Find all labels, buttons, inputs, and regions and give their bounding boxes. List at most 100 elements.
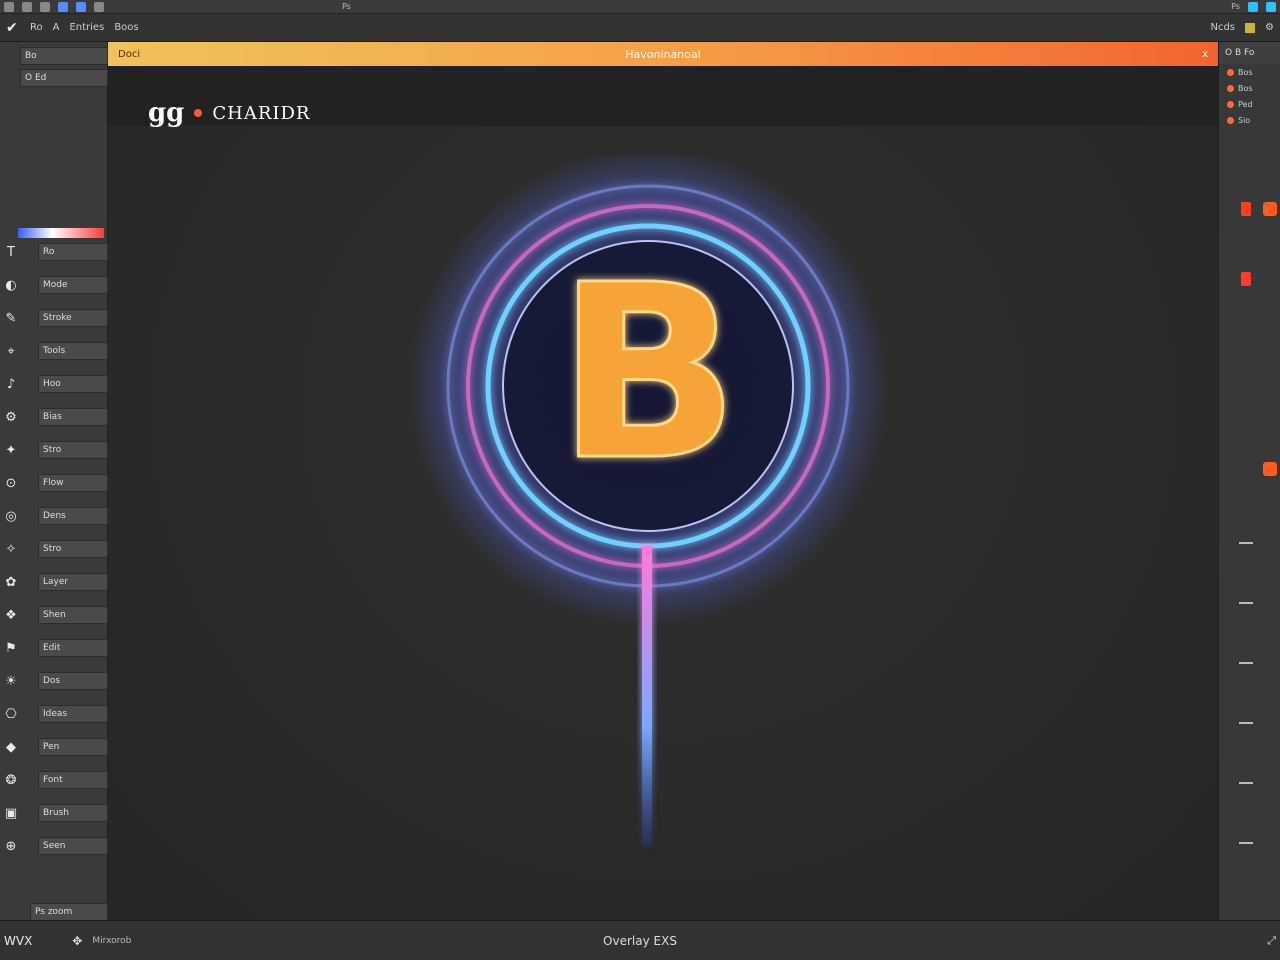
divider-line	[1239, 722, 1253, 724]
tool-row[interactable]: ❖ Shen	[0, 605, 108, 625]
right-panel-item[interactable]: Ped	[1219, 96, 1280, 112]
tool-label: Ro	[38, 243, 108, 261]
tool-icon[interactable]: ⊙	[0, 474, 22, 492]
checkmark-icon[interactable]: ✔	[6, 21, 20, 35]
divider-line	[1239, 542, 1253, 544]
orange-badge-icon[interactable]	[1263, 462, 1277, 476]
document-area: Doci Havoninanoal x gg CHARIDR B	[108, 42, 1218, 920]
right-panel-list: Bos Bos Ped Sio	[1219, 64, 1280, 128]
tool-row[interactable]: ✿ Layer	[0, 572, 108, 592]
tool-icon[interactable]: ☀	[0, 672, 22, 690]
tool-row[interactable]: ✦ Stro	[0, 440, 108, 460]
tool-icon[interactable]: ✦	[0, 441, 22, 459]
right-properties-panel: O B Fo Bos Bos Ped Sio	[1218, 42, 1280, 920]
expand-icon[interactable]: ⤢	[1267, 934, 1276, 948]
tool-row[interactable]: ▣ Brush	[0, 803, 108, 823]
tool-icon[interactable]: ❖	[0, 606, 22, 624]
right-panel-item[interactable]: Bos	[1219, 64, 1280, 80]
left-tools-panel: Bo O Ed T Ro ◐ Mode ✎ Stroke ⌖ Tools ♪ Hoo ⚙ Bias ✦ S…	[0, 42, 108, 921]
tool-row[interactable]: ☀ Dos	[0, 671, 108, 691]
red-swatch-icon[interactable]	[1241, 202, 1251, 216]
right-panel-item[interactable]: Bos	[1219, 80, 1280, 96]
settings-icon[interactable]: ⚙	[1265, 22, 1274, 33]
tool-icon[interactable]: ⌖	[0, 342, 22, 360]
gradient-color-bar[interactable]	[18, 228, 104, 238]
tool-label: Shen	[38, 606, 108, 624]
app-icon[interactable]	[4, 1, 14, 12]
tab-name[interactable]: Doci	[118, 49, 140, 60]
tool-icon[interactable]: ⚙	[0, 408, 22, 426]
tool-label: Layer	[38, 573, 108, 591]
canvas[interactable]: gg CHARIDR B	[108, 66, 1218, 920]
window-icon[interactable]	[94, 1, 104, 12]
option-field-2[interactable]: Entries	[69, 22, 104, 33]
tool-icon[interactable]: ✧	[0, 540, 22, 558]
color-swatch[interactable]	[1245, 22, 1256, 33]
red-swatch-icon[interactable]	[1241, 272, 1251, 286]
view-icon[interactable]	[76, 1, 86, 12]
item-dot-icon	[1227, 100, 1234, 108]
tool-row[interactable]: ⚙ Bias	[0, 407, 108, 427]
tool-label: Bias	[38, 408, 108, 426]
move-icon[interactable]: ✥	[72, 934, 82, 948]
item-dot-icon	[1227, 116, 1234, 124]
tool-row[interactable]: ⊙ Flow	[0, 473, 108, 493]
tool-row[interactable]: ♪ Hoo	[0, 374, 108, 394]
tool-row[interactable]: ⎔ Ideas	[0, 704, 108, 724]
tool-label: Brush	[38, 804, 108, 822]
tool-icon[interactable]: ◐	[0, 276, 22, 294]
status-zoom[interactable]: Mirxorob	[92, 936, 131, 946]
panel-header-label: O Ed	[20, 69, 108, 87]
tool-row[interactable]: ⊕ Seen	[0, 836, 108, 856]
orange-swatch-icon[interactable]	[1263, 202, 1277, 216]
tool-row[interactable]: ✎ Stroke	[0, 308, 108, 328]
tool-row[interactable]: ◆ Pen	[0, 737, 108, 757]
divider-line	[1239, 782, 1253, 784]
status-left: WVX	[4, 933, 33, 948]
edit-icon[interactable]	[40, 1, 50, 12]
tool-icon[interactable]: ⎔	[0, 705, 22, 723]
file-icon[interactable]	[22, 1, 32, 12]
tool-row[interactable]: ◎ Dens	[0, 506, 108, 526]
tool-row[interactable]: ◐ Mode	[0, 275, 108, 295]
tool-icon[interactable]: ◆	[0, 738, 22, 756]
option-field-3[interactable]: Boos	[114, 22, 138, 33]
tool-row[interactable]: ⚑ Edit	[0, 638, 108, 658]
tool-icon[interactable]: T	[0, 243, 22, 261]
tool-icon[interactable]: ❂	[0, 771, 22, 789]
panel-footer-label: Ps zoom	[30, 903, 108, 921]
option-field-1[interactable]: A	[53, 22, 60, 33]
cloud-icon[interactable]	[1266, 1, 1276, 12]
tool-label: Stro	[38, 441, 108, 459]
canvas-logo: gg CHARIDR	[148, 98, 310, 128]
options-right-label[interactable]: Ncds	[1210, 22, 1235, 33]
tool-row[interactable]: ❂ Font	[0, 770, 108, 790]
tool-label: Dens	[38, 507, 108, 525]
tool-icon[interactable]: ✿	[0, 573, 22, 591]
tool-label: Seen	[38, 837, 108, 855]
tool-icon[interactable]: ⚑	[0, 639, 22, 657]
tool-icon[interactable]: ♪	[0, 375, 22, 393]
glowing-b-artwork: B	[408, 156, 888, 846]
tool-row[interactable]: T Ro	[0, 242, 108, 262]
right-panel-item-label: Sio	[1238, 115, 1251, 125]
tool-label[interactable]: Ro	[30, 22, 43, 33]
tool-icon[interactable]: ✎	[0, 309, 22, 327]
options-right: Ncds ⚙	[1210, 22, 1274, 33]
glow-stem	[642, 546, 652, 846]
tab-title: Havoninanoal	[625, 47, 701, 61]
tool-icon[interactable]: ⊕	[0, 837, 22, 855]
notify-icon[interactable]	[1248, 1, 1258, 12]
right-panel-item[interactable]: Sio	[1219, 112, 1280, 128]
options-bar: ✔ Ro A Entries Boos Ncds ⚙	[0, 14, 1280, 42]
menubar-right: Ps	[1231, 2, 1240, 11]
right-panel-item-label: Bos	[1238, 83, 1253, 93]
tool-row[interactable]: ✧ Stro	[0, 539, 108, 559]
tool-icon[interactable]: ◎	[0, 507, 22, 525]
tab-close-button[interactable]: x	[1202, 49, 1208, 60]
document-tab[interactable]: Doci Havoninanoal x	[108, 42, 1218, 66]
tool-row[interactable]: ⌖ Tools	[0, 341, 108, 361]
layers-icon[interactable]	[58, 1, 68, 12]
tool-icon[interactable]: ▣	[0, 804, 22, 822]
tool-label: Hoo	[38, 375, 108, 393]
